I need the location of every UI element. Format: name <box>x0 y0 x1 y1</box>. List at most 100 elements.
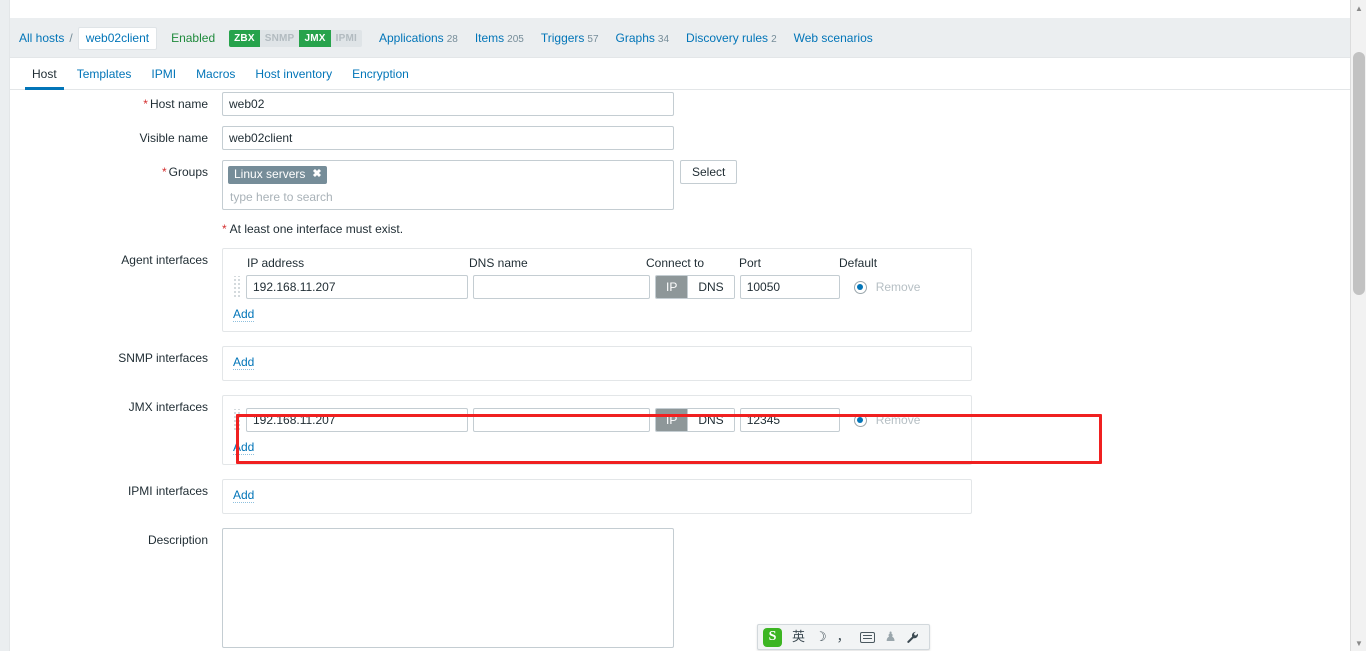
snmp-add-link[interactable]: Add <box>233 355 255 370</box>
agent-interface-row: IP DNS Remove <box>233 275 961 299</box>
jmx-remove-link[interactable]: Remove <box>876 413 921 427</box>
tab-macros[interactable]: Macros <box>186 67 245 89</box>
groups-label: * Groups <box>10 160 222 179</box>
groups-search-input[interactable] <box>228 189 668 205</box>
agent-add-link[interactable]: Add <box>233 307 255 322</box>
groups-field-wrap: Linux servers ✖ Select <box>222 160 738 210</box>
ipmi-add-link[interactable]: Add <box>233 488 255 503</box>
badge-snmp[interactable]: SNMP <box>259 29 300 47</box>
agent-connect-ip-button[interactable]: IP <box>656 276 688 298</box>
interface-hint-spacer <box>10 220 222 225</box>
tab-host-inventory[interactable]: Host inventory <box>245 67 342 89</box>
page-header: Hosts <box>10 0 1350 18</box>
browser-viewport: Hosts All hosts / web02client Enabled ZB… <box>0 0 1366 651</box>
jmx-default-radio[interactable] <box>853 413 867 427</box>
description-textarea[interactable] <box>222 528 674 648</box>
agent-default-radio[interactable] <box>853 280 867 294</box>
nav-triggers[interactable]: Triggers 57 <box>541 31 599 45</box>
agent-dns-input[interactable] <box>473 275 650 299</box>
host-name-input[interactable] <box>222 92 674 116</box>
agent-port-input[interactable] <box>739 275 840 299</box>
interface-hint-marker: * <box>222 222 227 236</box>
scroll-down-arrow-icon[interactable]: ▼ <box>1351 635 1366 651</box>
interface-hint-text: At least one interface must exist. <box>229 222 404 236</box>
nav-triggers-label: Triggers <box>540 31 585 45</box>
badge-zbx[interactable]: ZBX <box>229 29 260 47</box>
groups-multiselect[interactable]: Linux servers ✖ <box>222 160 674 210</box>
agent-connect-dns-button[interactable]: DNS <box>687 276 734 298</box>
ime-toolbar: S 英 ☽ ， ♟ <box>757 624 931 650</box>
nav-web-scenarios[interactable]: Web scenarios <box>794 31 873 45</box>
groups-select-button[interactable]: Select <box>680 160 738 184</box>
agent-connect-to-toggle: IP DNS <box>655 275 735 299</box>
snmp-interfaces-box: Add <box>222 346 972 381</box>
nav-graphs-label: Graphs <box>615 31 655 45</box>
tab-host[interactable]: Host <box>22 67 67 90</box>
ipmi-interfaces-box: Add <box>222 479 972 514</box>
scroll-up-arrow-icon[interactable]: ▲ <box>1351 0 1366 16</box>
badge-ipmi[interactable]: IPMI <box>330 29 362 47</box>
group-chip-linux-servers[interactable]: Linux servers ✖ <box>228 166 327 184</box>
nav-discovery-rules[interactable]: Discovery rules 2 <box>686 31 777 45</box>
groups-label-text: Groups <box>168 165 208 179</box>
badge-jmx[interactable]: JMX <box>299 29 331 47</box>
field-row-groups: *Groups Linux servers ✖ Select <box>10 160 1350 210</box>
scrollbar-thumb[interactable] <box>1353 52 1365 295</box>
moon-icon[interactable]: ☽ <box>815 630 827 644</box>
keyboard-icon[interactable] <box>859 631 875 643</box>
field-row-interface-hint: * At least one interface must exist. <box>10 220 1350 236</box>
header-port: Port <box>739 256 762 270</box>
person-icon[interactable]: ♟ <box>885 630 897 644</box>
nav-applications[interactable]: Applications 28 <box>379 31 458 45</box>
visible-name-input[interactable] <box>222 126 674 150</box>
jmx-interface-row: IP DNS Remove <box>233 408 961 432</box>
jmx-default-wrap: Remove <box>853 413 921 427</box>
sidebar-collapsed-strip[interactable] <box>0 0 10 651</box>
field-row-agent-interfaces: Agent interfaces IP address DNS name Con… <box>10 248 1350 332</box>
drag-handle-icon[interactable] <box>233 276 242 298</box>
host-name-required-marker: * <box>143 97 148 111</box>
nav-items-count: 205 <box>507 34 524 45</box>
nav-items[interactable]: Items 205 <box>475 31 524 45</box>
jmx-dns-input[interactable] <box>473 408 650 432</box>
host-status-enabled[interactable]: Enabled <box>171 31 215 45</box>
group-chip-label: Linux servers <box>234 167 306 181</box>
breadcrumb-current-host[interactable]: web02client <box>77 26 158 50</box>
jmx-connect-dns-button[interactable]: DNS <box>687 409 734 431</box>
field-row-ipmi-interfaces: IPMI interfaces Add <box>10 479 1350 514</box>
host-name-label-text: Host name <box>149 97 208 111</box>
host-edit-form: *Host name Visible name *Groups Linux se… <box>10 92 1350 651</box>
agent-interfaces-header: IP address DNS name Connect to Port Defa… <box>233 256 961 270</box>
nav-applications-label: Applications <box>378 31 444 45</box>
breadcrumb-separator: / <box>69 31 73 45</box>
comma-icon[interactable]: ， <box>837 630 850 644</box>
wrench-icon[interactable] <box>906 631 919 644</box>
drag-handle-icon[interactable] <box>233 409 242 431</box>
sogou-logo-icon[interactable]: S <box>763 627 782 647</box>
header-default: Default <box>839 256 878 270</box>
visible-name-label: Visible name <box>139 131 208 145</box>
jmx-connect-ip-button[interactable]: IP <box>656 409 688 431</box>
description-label: Description <box>147 533 208 547</box>
agent-interfaces-box: IP address DNS name Connect to Port Defa… <box>222 248 972 332</box>
field-row-description: Description <box>10 528 1350 648</box>
jmx-add-link[interactable]: Add <box>233 440 255 455</box>
field-row-jmx-interfaces: JMX interfaces IP DNS Remove A <box>10 395 1350 465</box>
agent-remove-link[interactable]: Remove <box>876 280 921 294</box>
tab-encryption[interactable]: Encryption <box>342 67 419 89</box>
tab-ipmi[interactable]: IPMI <box>141 67 186 89</box>
jmx-port-input[interactable] <box>739 408 840 432</box>
ime-language-mode[interactable]: 英 <box>792 630 805 644</box>
jmx-interfaces-box: IP DNS Remove Add <box>222 395 972 465</box>
jmx-interfaces-label: JMX interfaces <box>128 400 208 414</box>
nav-graphs[interactable]: Graphs 34 <box>616 31 669 45</box>
group-chip-remove-icon[interactable]: ✖ <box>312 169 321 180</box>
breadcrumb: All hosts / web02client Enabled ZBX SNMP… <box>19 18 873 58</box>
snmp-interfaces-label: SNMP interfaces <box>118 351 208 365</box>
breadcrumb-all-hosts[interactable]: All hosts <box>19 31 64 45</box>
browser-scrollbar[interactable]: ▲ ▼ <box>1350 0 1366 651</box>
ipmi-interfaces-label: IPMI interfaces <box>127 484 208 498</box>
agent-ip-input[interactable] <box>246 275 468 299</box>
tab-templates[interactable]: Templates <box>67 67 142 89</box>
jmx-ip-input[interactable] <box>246 408 468 432</box>
